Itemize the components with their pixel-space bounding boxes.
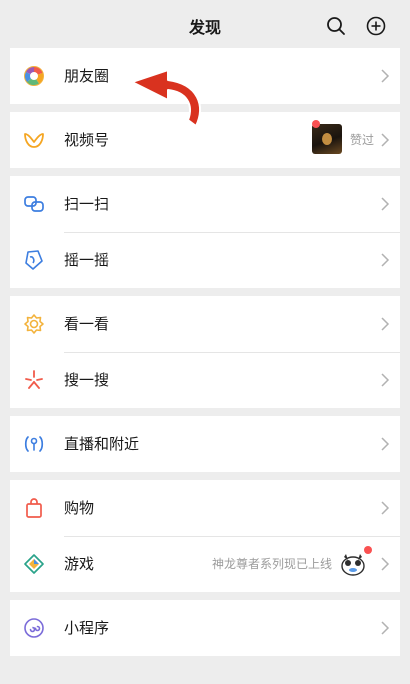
games-diamond-icon xyxy=(22,552,46,576)
menu-label: 朋友圈 xyxy=(64,67,110,85)
group-shopping-games: 购物 游戏 神龙尊者系列现已上线 xyxy=(10,480,400,592)
nav-bar: 发现 xyxy=(10,0,400,52)
menu-item-channels[interactable]: 视频号 赞过 xyxy=(10,112,400,168)
chevron-right-icon xyxy=(380,500,390,516)
shopping-bag-icon xyxy=(22,496,46,520)
game-promo-text: 神龙尊者系列现已上线 xyxy=(211,557,332,571)
unread-badge xyxy=(312,120,320,128)
menu-item-scan[interactable]: 扫一扫 xyxy=(10,176,400,232)
menu-item-search[interactable]: 搜一搜 xyxy=(10,352,400,408)
channel-thumbnail xyxy=(312,124,342,154)
menu-item-mini-programs[interactable]: 小程序 xyxy=(10,600,400,656)
menu-label: 购物 xyxy=(64,499,95,517)
group-scan-shake: 扫一扫 摇一摇 xyxy=(10,176,400,288)
channels-icon xyxy=(22,128,46,152)
discover-screen: 发现 朋友圈 视频号 赞过 扫一扫 摇一摇 看一看 搜一搜 直播和附近 购物 游… xyxy=(10,0,400,684)
plus-circle-icon[interactable] xyxy=(364,14,388,38)
liked-status: 赞过 xyxy=(349,133,374,147)
moments-aperture-icon xyxy=(22,64,46,88)
chevron-right-icon xyxy=(380,556,390,572)
shake-icon xyxy=(22,248,46,272)
menu-item-live-nearby[interactable]: 直播和附近 xyxy=(10,416,400,472)
chevron-right-icon xyxy=(380,196,390,212)
live-nearby-icon xyxy=(22,432,46,456)
menu-label: 视频号 xyxy=(64,131,110,149)
menu-item-games[interactable]: 游戏 神龙尊者系列现已上线 xyxy=(10,536,400,592)
top-stories-icon xyxy=(22,312,46,336)
menu-label: 直播和附近 xyxy=(64,435,140,453)
menu-label: 搜一搜 xyxy=(64,371,110,389)
chevron-right-icon xyxy=(380,372,390,388)
mini-program-icon xyxy=(22,616,46,640)
group-live-nearby: 直播和附近 xyxy=(10,416,400,472)
chevron-right-icon xyxy=(380,68,390,84)
menu-item-shopping[interactable]: 购物 xyxy=(10,480,400,536)
search-icon[interactable] xyxy=(324,14,348,38)
menu-label: 摇一摇 xyxy=(64,251,110,269)
search-sparkle-icon xyxy=(22,368,46,392)
menu-label: 小程序 xyxy=(64,619,110,637)
chevron-right-icon xyxy=(380,132,390,148)
menu-item-top-stories[interactable]: 看一看 xyxy=(10,296,400,352)
chevron-right-icon xyxy=(380,436,390,452)
menu-label: 游戏 xyxy=(64,555,95,573)
menu-item-moments[interactable]: 朋友圈 xyxy=(10,48,400,104)
group-moments: 朋友圈 xyxy=(10,48,400,104)
game-thumbnail xyxy=(338,548,368,578)
group-channels: 视频号 赞过 xyxy=(10,112,400,168)
menu-label: 看一看 xyxy=(64,315,110,333)
menu-label: 扫一扫 xyxy=(64,195,110,213)
unread-badge xyxy=(364,546,372,554)
chevron-right-icon xyxy=(380,252,390,268)
group-stories-search: 看一看 搜一搜 xyxy=(10,296,400,408)
chevron-right-icon xyxy=(380,316,390,332)
group-mini-programs: 小程序 xyxy=(10,600,400,656)
scan-icon xyxy=(22,192,46,216)
menu-item-shake[interactable]: 摇一摇 xyxy=(10,232,400,288)
chevron-right-icon xyxy=(380,620,390,636)
